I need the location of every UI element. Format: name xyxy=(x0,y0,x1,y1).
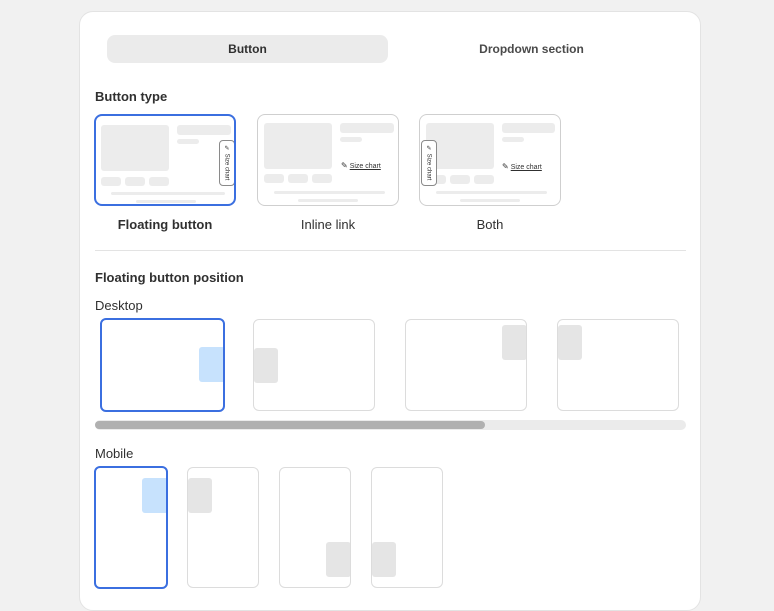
desktop-label: Desktop xyxy=(95,298,143,313)
both-label: Both xyxy=(476,217,504,232)
desktop-position-right-middle[interactable] xyxy=(100,318,225,412)
position-marker xyxy=(558,325,582,360)
mobile-position-left-bottom[interactable] xyxy=(371,467,443,588)
button-type-inline-option[interactable]: ✎ Size chart xyxy=(257,114,399,206)
desktop-options-scrollbar-thumb[interactable] xyxy=(95,421,485,429)
tab-bar: Button Dropdown section xyxy=(107,35,672,63)
ruler-icon: ✎ xyxy=(502,162,509,171)
position-marker xyxy=(142,478,166,513)
tab-dropdown-section[interactable]: Dropdown section xyxy=(391,35,672,63)
desktop-position-left-middle[interactable] xyxy=(253,319,375,411)
mobile-label: Mobile xyxy=(95,446,134,461)
floating-button-label: Floating button xyxy=(117,217,213,232)
floating-size-chart-button: ✎ Size chart xyxy=(421,140,437,186)
floating-position-heading: Floating button position xyxy=(95,270,244,285)
floating-size-chart-button: ✎ Size chart xyxy=(219,140,234,186)
inline-link-label: Inline link xyxy=(300,217,356,232)
position-marker xyxy=(188,478,212,513)
ruler-icon: ✎ xyxy=(223,145,230,153)
button-type-heading: Button type xyxy=(95,89,168,104)
position-marker xyxy=(372,542,396,577)
inline-size-chart-link: ✎ Size chart xyxy=(502,162,542,171)
position-marker xyxy=(502,325,526,360)
tab-button[interactable]: Button xyxy=(107,35,388,63)
section-divider xyxy=(95,250,686,251)
mobile-position-left-top[interactable] xyxy=(187,467,259,588)
desktop-position-right-top[interactable] xyxy=(405,319,527,411)
inline-size-chart-link: ✎ Size chart xyxy=(341,161,381,170)
position-marker xyxy=(199,347,223,382)
ruler-icon: ✎ xyxy=(425,145,432,153)
mobile-position-right-top[interactable] xyxy=(94,466,168,589)
button-type-floating-option[interactable]: ✎ Size chart xyxy=(94,114,236,206)
ruler-icon: ✎ xyxy=(341,161,348,170)
button-type-both-option[interactable]: ✎ Size chart ✎ Size chart xyxy=(419,114,561,206)
position-marker xyxy=(326,542,350,577)
position-marker xyxy=(254,348,278,383)
mobile-position-right-bottom[interactable] xyxy=(279,467,351,588)
desktop-position-left-top[interactable] xyxy=(557,319,679,411)
